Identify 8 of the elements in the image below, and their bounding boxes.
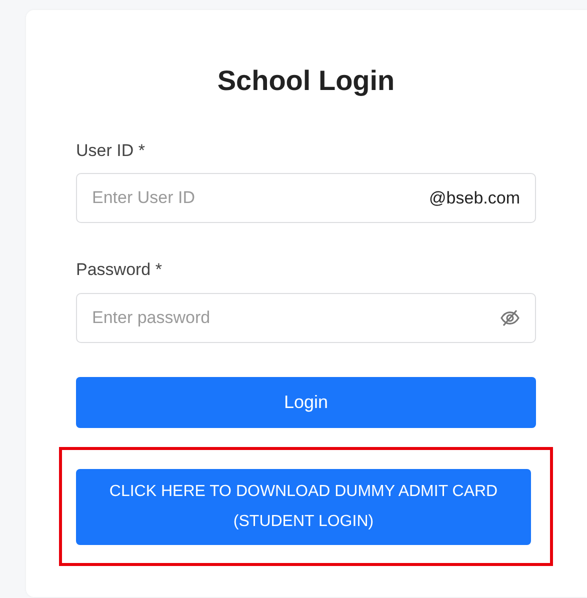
- domain-suffix: @bseb.com: [429, 187, 520, 210]
- eye-slash-icon[interactable]: [500, 308, 520, 327]
- download-admit-card-button[interactable]: CLICK HERE TO DOWNLOAD DUMMY ADMIT CARD (STUDENT LOGIN): [76, 468, 531, 545]
- field-label: User ID *: [76, 140, 145, 162]
- field-label: Password *: [76, 259, 162, 282]
- input-field[interactable]: Enter password: [76, 292, 536, 343]
- login-button[interactable]: Login: [76, 376, 536, 428]
- page-title: School Login: [216, 64, 396, 98]
